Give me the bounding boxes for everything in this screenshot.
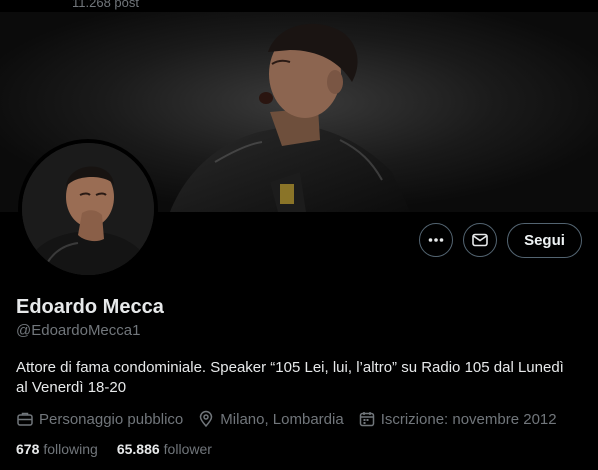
- followers-label: follower: [163, 441, 212, 457]
- avatar[interactable]: [18, 139, 158, 279]
- followers-count: 65.886: [116, 441, 160, 457]
- category-item: Personaggio pubblico: [16, 410, 183, 428]
- profile-stats: 678 following 65.886 follower: [16, 441, 231, 457]
- profile-name: Edoardo Mecca: [16, 296, 164, 318]
- message-button[interactable]: [463, 223, 497, 257]
- joined-label: Iscrizione: novembre 2012: [380, 410, 557, 428]
- calendar-icon: [359, 412, 374, 427]
- more-dots-icon: [428, 238, 444, 242]
- bio-line: al Venerdì 18-20: [16, 379, 127, 396]
- top-header: 11.268 post: [0, 0, 598, 12]
- joined-item: Iscrizione: novembre 2012: [358, 410, 557, 428]
- profile-meta: Personaggio pubblico Milano, Lombardia I…: [16, 409, 571, 429]
- bio-line: Attore di fama condominiale. Speaker “10…: [16, 359, 564, 376]
- follow-button[interactable]: Segui: [507, 223, 582, 258]
- location-label: Milano, Lombardia: [220, 410, 344, 428]
- following-link[interactable]: 678 following: [16, 441, 98, 457]
- profile-handle: @EdoardoMecca1: [16, 322, 141, 339]
- location-pin-icon: [200, 410, 213, 428]
- briefcase-icon: [17, 412, 33, 426]
- followers-link[interactable]: 65.886 follower: [117, 441, 212, 457]
- category-label: Personaggio pubblico: [39, 410, 184, 428]
- following-count: 678: [16, 441, 40, 457]
- post-count: 11.268 post: [72, 0, 139, 10]
- avatar-image: [22, 143, 154, 275]
- mail-icon: [472, 233, 488, 247]
- profile-bio: Attore di fama condominiale. Speaker “10…: [16, 358, 586, 398]
- more-button[interactable]: [419, 223, 453, 257]
- avatar-photo: [22, 143, 154, 275]
- location-item: Milano, Lombardia: [197, 410, 344, 428]
- following-label: following: [43, 441, 98, 457]
